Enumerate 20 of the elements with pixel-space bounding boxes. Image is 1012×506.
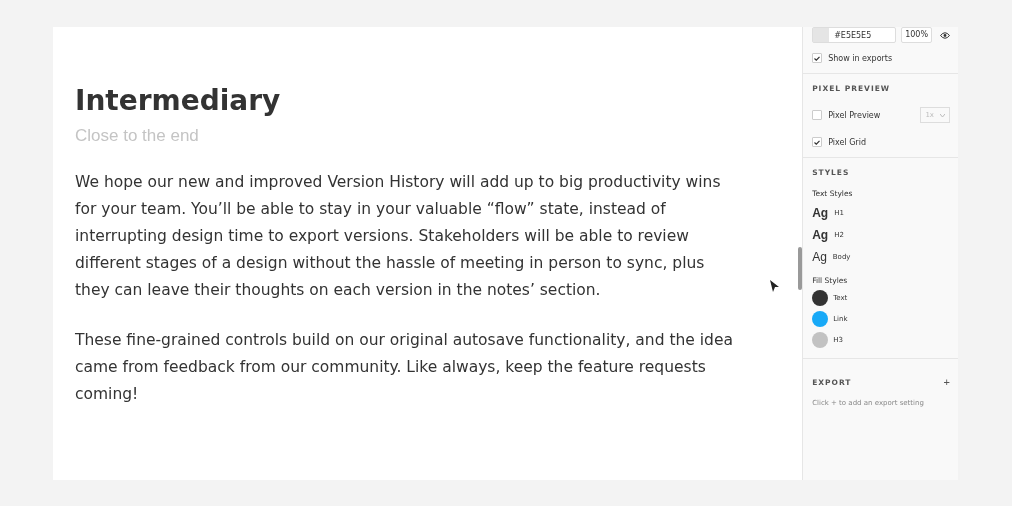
checkbox-label: Pixel Preview bbox=[828, 110, 881, 120]
add-button[interactable]: + bbox=[943, 377, 950, 388]
checkbox-label: Show in exports bbox=[828, 53, 893, 63]
scrollbar-thumb[interactable] bbox=[798, 247, 802, 290]
article-title: Intermediary bbox=[75, 84, 282, 117]
article-subtitle: Close to the end bbox=[75, 126, 200, 146]
checkbox[interactable] bbox=[812, 137, 823, 147]
color-field[interactable]: #E5E5E5 bbox=[812, 27, 897, 43]
checkbox[interactable] bbox=[812, 53, 823, 63]
color-dot[interactable] bbox=[812, 311, 829, 327]
opacity-field[interactable]: 100% bbox=[901, 27, 932, 43]
checkbox[interactable] bbox=[812, 110, 823, 120]
body-paragraph: We hope our new and improved Version History will add up to big productivity wins for your team. You’ll be able to stay in your valuable “flow” state, instead of interrupting design time to export versions. Stakeholders will be able to review different stages of a design without the hassle of meeting in person to sync, plus they can leave their thoughts on each version in the notes’ section. bbox=[75, 172, 722, 301]
cursor-icon bbox=[770, 280, 779, 292]
color-dot[interactable] bbox=[812, 290, 829, 306]
eye-icon[interactable] bbox=[940, 31, 950, 39]
color-dot[interactable] bbox=[812, 332, 829, 348]
checkbox-label: Pixel Grid bbox=[828, 137, 866, 147]
caret-icon bbox=[940, 113, 945, 117]
body-paragraph: These fine-grained controls build on our original autosave functionality, and the idea came from feedback from our community. Like always, keep the feature requests coming! bbox=[75, 330, 734, 405]
